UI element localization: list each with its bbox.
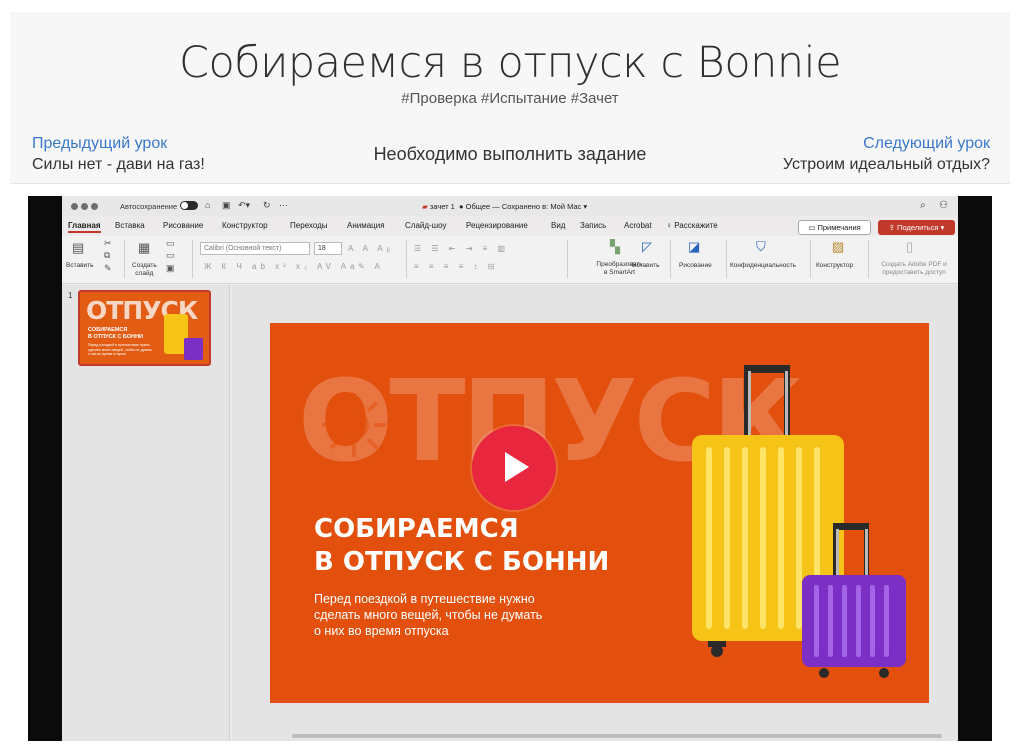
layout-icon[interactable]: ▭ xyxy=(166,238,175,249)
designer-icon[interactable]: ▨ xyxy=(832,239,844,255)
list-icons[interactable]: ☰ ☰ ⇤ ⇥ ≡ ▥ xyxy=(414,244,509,253)
autosave-toggle[interactable] xyxy=(180,201,198,210)
highlight-color-icons[interactable]: ✎ A xyxy=(358,262,384,271)
next-lesson-nav[interactable]: Следующий урок Устроим идеальный отдых? xyxy=(783,135,990,174)
cut-icon[interactable]: ✂ xyxy=(104,238,112,249)
adobe-pdf-icon[interactable]: ▯ xyxy=(906,239,913,255)
new-slide-label[interactable]: Создать слайд xyxy=(132,262,157,278)
ribbon-divider xyxy=(810,240,811,278)
lesson-tags: #Проверка #Испытание #Зачет xyxy=(401,90,619,107)
tab-design[interactable]: Конструктор xyxy=(222,221,268,230)
suitcases-illustration xyxy=(692,365,906,678)
tab-tell-me[interactable]: ♀ Расскажите xyxy=(666,221,718,230)
adobe-pdf-label[interactable]: Создать Adobe PDF и предоставить доступ xyxy=(872,261,956,277)
tab-slideshow[interactable]: Слайд-шоу xyxy=(405,221,446,230)
tell-me-label: Расскажите xyxy=(674,221,718,230)
thumbnail-purple-suitcase xyxy=(184,338,203,360)
powerpoint-window: Автосохранение ⌂ ▣ ↶▾ ↻ ··· ▰ зачет 1 ● … xyxy=(62,196,958,741)
slide-canvas: ОТПУСК СОБИРАЕМСЯ В ОТПУСК С БОННИ Перед… xyxy=(232,285,958,741)
share-icon: ⇪ xyxy=(888,223,895,232)
tab-draw[interactable]: Рисование xyxy=(163,221,203,230)
format-painter-icon[interactable]: ✎ xyxy=(104,263,112,274)
comments-button[interactable]: ▭ Примечания xyxy=(798,220,871,235)
grow-shrink-font-icons[interactable]: A A Aᵦ xyxy=(348,244,394,253)
search-icon[interactable]: ⌕ xyxy=(920,200,926,211)
title-bar: Автосохранение ⌂ ▣ ↶▾ ↻ ··· ▰ зачет 1 ● … xyxy=(62,196,958,216)
slide-title: СОБИРАЕМСЯ В ОТПУСК С БОННИ xyxy=(314,514,610,577)
tab-animation[interactable]: Анимация xyxy=(347,221,385,230)
next-lesson-link[interactable]: Следующий урок xyxy=(783,135,990,153)
share-label: Поделиться xyxy=(897,223,939,232)
tab-record[interactable]: Запись xyxy=(580,221,606,230)
tab-acrobat[interactable]: Acrobat xyxy=(624,221,652,230)
minimize-dot-icon[interactable] xyxy=(81,203,88,210)
designer-label[interactable]: Конструктор xyxy=(816,262,853,270)
zoom-dot-icon[interactable] xyxy=(91,203,98,210)
text-format-icons[interactable]: Ж К Ч ab x² x₂ AV Aa xyxy=(204,262,359,271)
play-button[interactable] xyxy=(472,426,556,510)
slide-body: Перед поездкой в путешествие нужно сдела… xyxy=(314,592,543,638)
font-size-select[interactable]: 18 xyxy=(314,242,342,255)
next-lesson-title: Устроим идеальный отдых? xyxy=(782,156,990,173)
comment-icon: ▭ xyxy=(808,223,816,232)
tab-review[interactable]: Рецензирование xyxy=(466,221,528,230)
home-icon[interactable]: ⌂ xyxy=(205,200,210,210)
insert-label[interactable]: Вставить xyxy=(632,262,660,270)
doc-name-text: зачет 1 xyxy=(429,202,455,211)
sun-icon xyxy=(322,393,386,457)
paste-icon[interactable]: ▤ xyxy=(72,240,84,256)
copy-icon[interactable]: ⧉ xyxy=(104,250,110,261)
drawing-label[interactable]: Рисование xyxy=(679,262,712,270)
close-dot-icon[interactable] xyxy=(71,203,78,210)
ribbon-divider xyxy=(868,240,869,278)
reset-icon[interactable]: ▭ xyxy=(166,250,175,261)
privacy-label[interactable]: Конфиденциальность xyxy=(730,262,796,270)
ribbon: ▤ Вставить ✂ ⧉ ✎ ▦ Создать слайд ▭ ▭ ▣ C… xyxy=(62,236,958,284)
new-slide-icon[interactable]: ▦ xyxy=(138,240,150,256)
doc-status: Общее — Сохранено в: Мой Mac xyxy=(465,202,582,211)
undo-icon[interactable]: ↶▾ xyxy=(238,200,250,211)
video-player[interactable]: Автосохранение ⌂ ▣ ↶▾ ↻ ··· ▰ зачет 1 ● … xyxy=(28,196,992,741)
tab-transitions[interactable]: Переходы xyxy=(290,221,328,230)
paste-label[interactable]: Вставить xyxy=(66,262,94,270)
font-name-select[interactable]: Calibri (Основной текст) xyxy=(200,242,310,255)
window-controls[interactable] xyxy=(71,203,101,212)
lightbulb-icon: ♀ xyxy=(666,221,672,230)
horizontal-scrollbar[interactable] xyxy=(292,734,942,738)
tab-insert[interactable]: Вставка xyxy=(115,221,145,230)
ribbon-divider xyxy=(567,240,568,278)
ribbon-divider xyxy=(406,240,407,278)
redo-icon[interactable]: ↻ xyxy=(263,200,271,211)
slide-thumbnail[interactable]: ОТПУСК СОБИРАЕМСЯ В ОТПУСК С БОННИ Перед… xyxy=(78,290,211,366)
autosave-label: Автосохранение xyxy=(120,202,178,211)
ribbon-divider xyxy=(670,240,671,278)
document-name[interactable]: ▰ зачет 1 ● Общее — Сохранено в: Мой Mac… xyxy=(422,202,587,211)
comments-label: Примечания xyxy=(817,223,861,232)
account-icon[interactable]: ⚇ xyxy=(939,200,948,211)
tab-home[interactable]: Главная xyxy=(68,221,101,233)
align-icons[interactable]: ≡ ≡ ≡ ≡ ↕ ⊟ xyxy=(414,262,499,271)
privacy-icon[interactable]: ⛉ xyxy=(756,239,766,255)
slide-number: 1 xyxy=(68,291,73,300)
shapes-icon[interactable]: ◸ xyxy=(642,239,652,255)
ribbon-divider xyxy=(124,240,125,278)
share-button[interactable]: ⇪ Поделиться ▾ xyxy=(878,220,955,235)
shield-icon: ● xyxy=(459,202,464,211)
smartart-icon[interactable]: ▚ xyxy=(610,239,620,255)
play-icon xyxy=(505,452,529,482)
drawing-icon[interactable]: ◪ xyxy=(688,239,700,255)
thumbnail-title: СОБИРАЕМСЯ В ОТПУСК С БОННИ xyxy=(88,327,143,340)
save-icon[interactable]: ▣ xyxy=(222,200,231,211)
thumbnail-body: Перед поездкой в путешествие нужно сдела… xyxy=(88,343,152,356)
slide-thumbnail-pane: 1 ОТПУСК СОБИРАЕМСЯ В ОТПУСК С БОННИ Пер… xyxy=(62,285,230,741)
page-title: Собираемся в отпуск с Bonnie xyxy=(178,38,842,88)
section-icon[interactable]: ▣ xyxy=(166,263,175,274)
ribbon-divider xyxy=(726,240,727,278)
slide[interactable]: ОТПУСК СОБИРАЕМСЯ В ОТПУСК С БОННИ Перед… xyxy=(270,323,929,703)
ribbon-divider xyxy=(192,240,193,278)
more-icon[interactable]: ··· xyxy=(279,200,288,210)
file-icon: ▰ xyxy=(422,202,428,211)
lesson-header: Собираемся в отпуск с Bonnie #Проверка #… xyxy=(10,12,1010,184)
tab-view[interactable]: Вид xyxy=(551,221,565,230)
